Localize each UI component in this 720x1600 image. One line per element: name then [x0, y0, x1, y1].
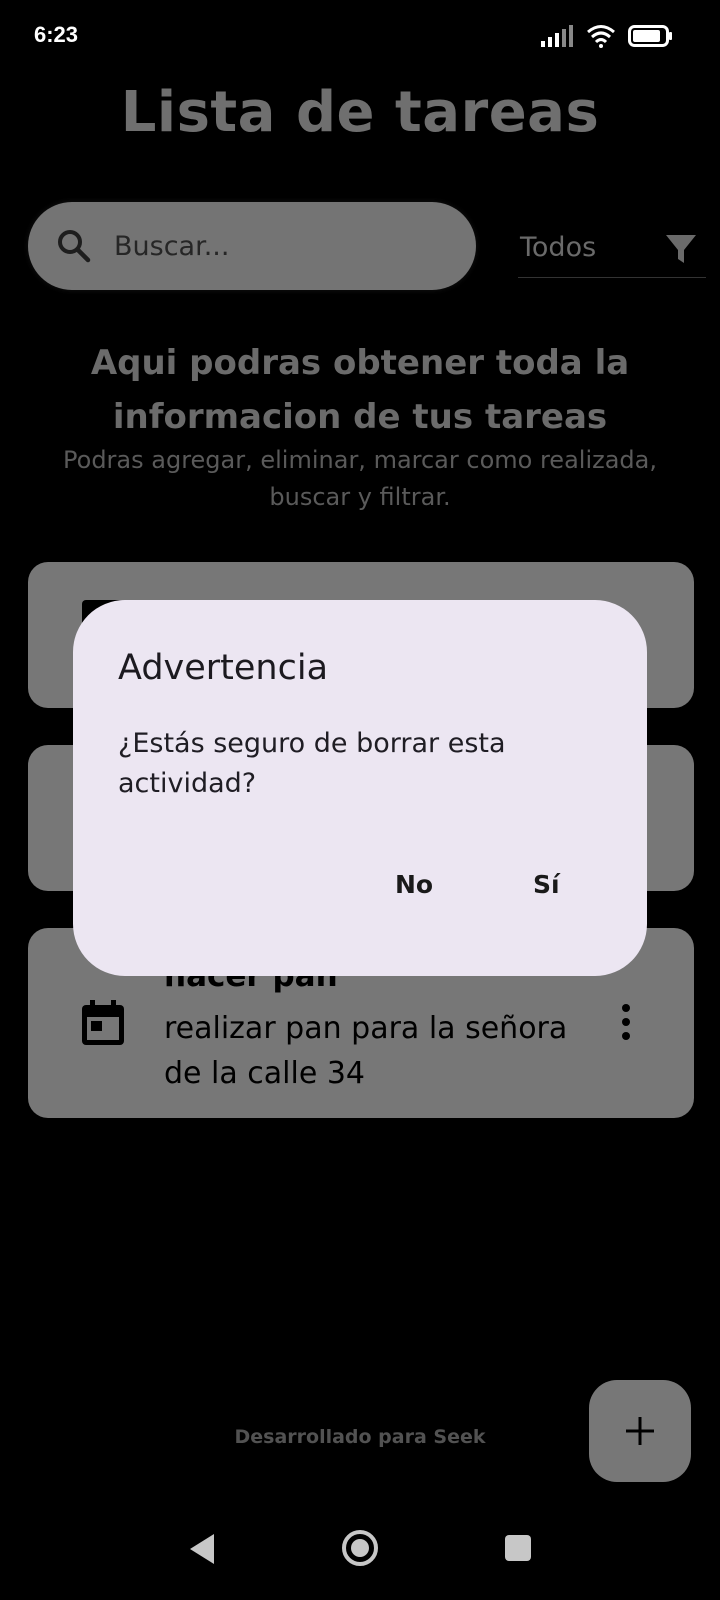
back-icon[interactable] [188, 1532, 216, 1566]
add-task-button[interactable] [589, 1380, 691, 1482]
yes-button[interactable]: Sí [533, 870, 560, 899]
dialog-title: Advertencia [118, 648, 329, 688]
recent-apps-icon[interactable] [504, 1534, 532, 1562]
no-button[interactable]: No [395, 870, 433, 899]
home-icon[interactable] [340, 1528, 380, 1568]
confirm-delete-dialog: Advertencia ¿Estás seguro de borrar esta… [73, 600, 647, 976]
plus-icon [626, 1417, 654, 1445]
dialog-message: ¿Estás seguro de borrar esta actividad? [118, 728, 506, 799]
system-nav-bar [0, 1520, 720, 1600]
